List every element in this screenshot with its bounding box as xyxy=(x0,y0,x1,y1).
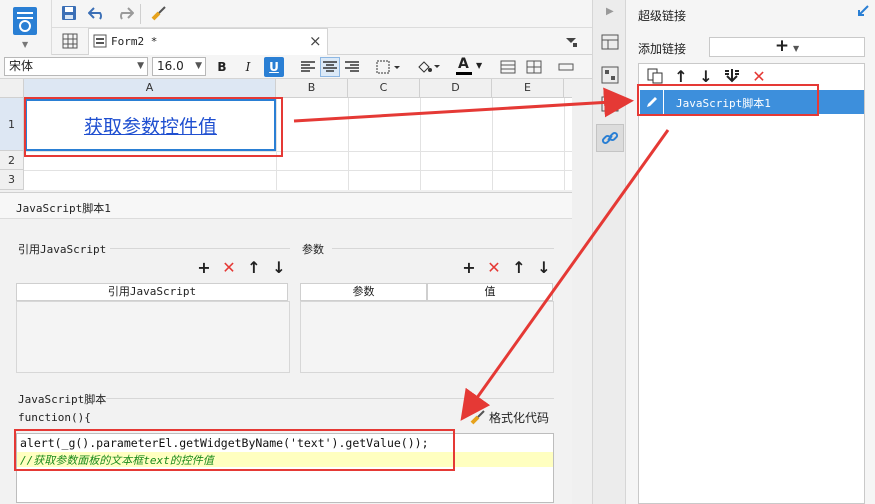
annotation-arrow-1 xyxy=(293,87,634,123)
annotation-arrows xyxy=(293,87,670,421)
annotation-arrow-2 xyxy=(460,129,670,421)
